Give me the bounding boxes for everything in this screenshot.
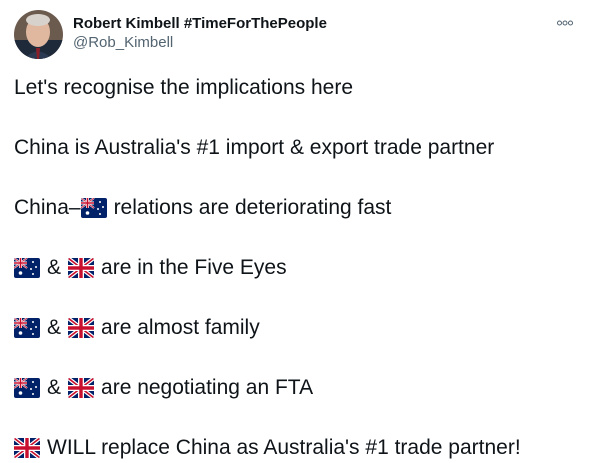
flag-australia-icon [14,258,40,278]
tweet-line-2: China is Australia's #1 import & export … [14,134,579,162]
tweet-line-1: Let's recognise the implications here [14,74,579,102]
flag-uk-icon [68,378,95,398]
flag-uk-icon [68,258,95,278]
tweet-header: Robert Kimbell #TimeForThePeople @Rob_Ki… [14,10,575,62]
tweet-text: are in the Five Eyes [101,256,287,279]
tweet-line-7: WILL replace China as Australia's #1 tra… [14,434,579,462]
tweet-text: relations are deteriorating fast [113,196,392,219]
display-name[interactable]: Robert Kimbell #TimeForThePeople [73,14,327,33]
flag-uk-icon [68,318,95,338]
author-names: Robert Kimbell #TimeForThePeople @Rob_Ki… [73,10,327,52]
flag-uk-icon [14,438,40,458]
tweet-line-6: & are negotiating an FTA [14,374,579,402]
tweet-text: China is Australia's #1 import & export … [14,136,495,159]
flag-australia-icon [14,318,40,338]
tweet-text: China– [14,196,81,219]
tweet-body: Let's recognise the implications here Ch… [14,74,579,462]
avatar[interactable] [14,10,63,59]
tweet-line-5: & are almost family [14,314,579,342]
tweet-text: WILL replace China as Australia's #1 tra… [47,436,521,459]
flag-australia-icon [14,378,40,398]
user-handle[interactable]: @Rob_Kimbell [73,33,327,52]
tweet-line-4: & are in the Five Eyes [14,254,579,282]
more-options-icon[interactable] [555,16,575,30]
ampersand: & [47,376,62,399]
tweet-text: Let's recognise the implications here [14,76,354,99]
flag-australia-icon [80,198,107,218]
tweet-card: Robert Kimbell #TimeForThePeople @Rob_Ki… [0,0,589,463]
ampersand: & [47,256,62,279]
ampersand: & [47,316,62,339]
tweet-line-3: China– relations are deteriorating fast [14,194,579,222]
tweet-text: are almost family [101,316,260,339]
tweet-text: are negotiating an FTA [101,376,314,399]
